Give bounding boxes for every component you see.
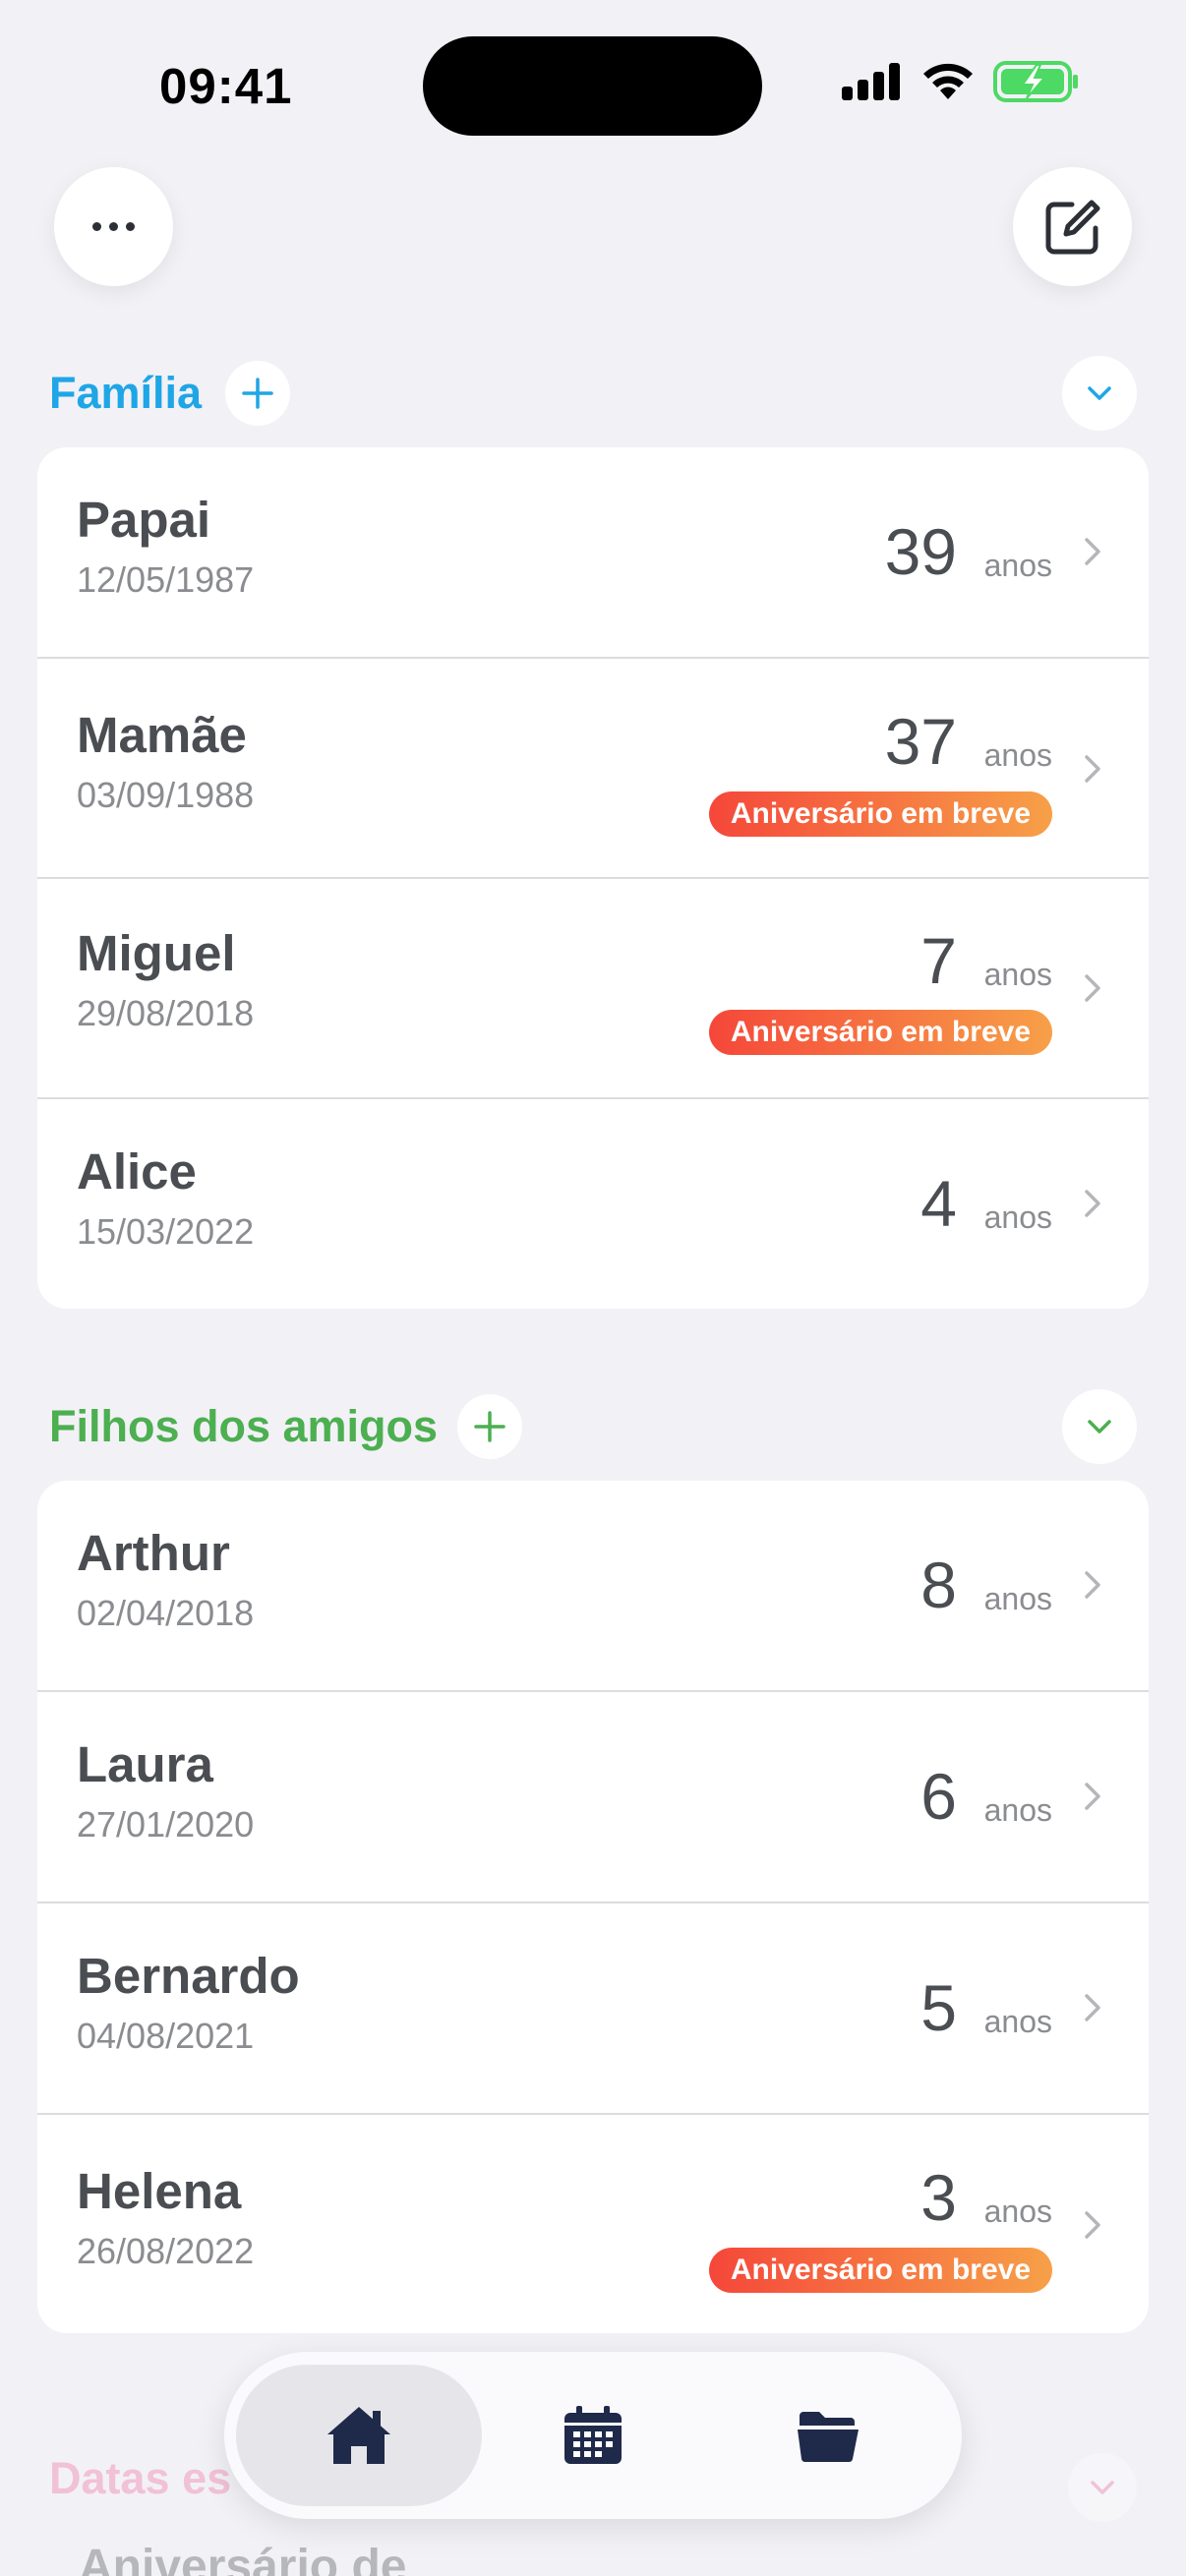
chevron-right-icon (1085, 755, 1100, 783)
person-name: Papai (77, 492, 211, 548)
age-unit: anos (983, 957, 1052, 992)
tab-calendar[interactable] (480, 2365, 706, 2506)
house-icon (327, 2407, 390, 2464)
chevron-right-icon (1085, 974, 1100, 1002)
list-item[interactable]: Mamãe 03/09/1988 37 anos Aniversário em … (37, 657, 1149, 877)
compose-icon (1045, 200, 1099, 254)
tab-home[interactable] (236, 2365, 482, 2506)
birthday-soon-badge: Aniversário em breve (708, 1010, 1052, 1055)
chevron-right-icon (1085, 1571, 1100, 1599)
age-unit: anos (983, 1200, 1052, 1235)
age-unit: anos (983, 548, 1052, 583)
cellular-signal-icon (842, 63, 900, 100)
person-name: Alice (77, 1143, 197, 1200)
birth-date: 12/05/1987 (77, 559, 255, 600)
age-value: 37 (884, 705, 957, 778)
birth-date: 29/08/2018 (77, 993, 255, 1033)
collapse-amigos-button[interactable] (1062, 1389, 1137, 1464)
chevron-down-icon (1088, 1420, 1111, 1434)
tab-folders[interactable] (706, 2365, 950, 2506)
list-item[interactable]: Helena 26/08/2022 3 anos Aniversário em … (37, 2113, 1149, 2333)
status-bar: 09:41 (0, 0, 1186, 147)
chevron-right-icon (1085, 538, 1100, 565)
age-value: 3 (920, 2161, 957, 2234)
list-item[interactable]: Miguel 29/08/2018 7 anos Aniversário em … (37, 877, 1149, 1097)
age-value: 5 (920, 1971, 957, 2044)
dynamic-island (423, 36, 762, 136)
list-item[interactable]: Bernardo 04/08/2021 5 anos (37, 1902, 1149, 2113)
list-item[interactable]: Alice 15/03/2022 4 anos (37, 1097, 1149, 1309)
birth-date: 02/04/2018 (77, 1593, 255, 1633)
list-item[interactable]: Papai 12/05/1987 39 anos (37, 447, 1149, 657)
edit-button[interactable] (1013, 167, 1132, 286)
status-icons (842, 61, 1080, 102)
person-name: Laura (77, 1736, 213, 1792)
birth-date: 04/08/2021 (77, 2016, 255, 2056)
plus-icon (242, 378, 273, 409)
section-title: Família (49, 368, 203, 418)
more-options-button[interactable] (54, 167, 173, 286)
person-name: Miguel (77, 925, 236, 981)
age-unit: anos (983, 737, 1052, 773)
age-value: 39 (884, 515, 957, 588)
ellipsis-icon (92, 222, 135, 231)
battery-charging-icon (993, 61, 1078, 102)
age-value: 4 (920, 1167, 957, 1240)
calendar-icon (564, 2406, 622, 2464)
age-value: 6 (920, 1760, 957, 1833)
birth-date: 27/01/2020 (77, 1804, 255, 1844)
collapse-datas-button[interactable] (1068, 2453, 1137, 2522)
chevron-right-icon (1085, 1190, 1100, 1217)
person-name: Helena (77, 2163, 242, 2219)
amigos-card: Arthur 02/04/2018 8 anos Laura 27/01/202… (37, 1481, 1149, 2333)
plus-icon (474, 1411, 505, 1442)
tab-bar (224, 2352, 962, 2519)
age-unit: anos (983, 2004, 1052, 2039)
status-time: 09:41 (159, 58, 293, 114)
birth-date: 26/08/2022 (77, 2231, 255, 2271)
birth-date: 03/09/1988 (77, 775, 255, 815)
section-title: Filhos dos amigos (49, 1401, 439, 1451)
list-item[interactable]: Arthur 02/04/2018 8 anos (37, 1481, 1149, 1690)
age-unit: anos (983, 1581, 1052, 1616)
birthday-soon-badge: Aniversário em breve (708, 2248, 1052, 2293)
section-title: Datas es (49, 2453, 232, 2503)
list-item[interactable]: Aniversário de (79, 2540, 406, 2576)
person-name: Bernardo (77, 1948, 300, 2004)
collapse-familia-button[interactable] (1062, 356, 1137, 431)
person-name: Mamãe (77, 707, 247, 763)
age-unit: anos (983, 2194, 1052, 2229)
folder-icon (798, 2412, 859, 2463)
chevron-right-icon (1085, 2211, 1100, 2239)
add-amigos-button[interactable] (457, 1394, 522, 1459)
add-familia-button[interactable] (225, 361, 290, 426)
chevron-down-icon (1088, 386, 1111, 400)
age-value: 7 (920, 924, 957, 997)
birth-date: 15/03/2022 (77, 1211, 255, 1252)
familia-card: Papai 12/05/1987 39 anos Mamãe 03/09/198… (37, 447, 1149, 1309)
list-item[interactable]: Laura 27/01/2020 6 anos (37, 1690, 1149, 1902)
age-value: 8 (920, 1549, 957, 1621)
chevron-right-icon (1085, 1783, 1100, 1810)
chevron-right-icon (1085, 1994, 1100, 2021)
chevron-down-icon (1091, 2481, 1114, 2494)
birthday-soon-badge: Aniversário em breve (708, 791, 1052, 837)
age-unit: anos (983, 1792, 1052, 1828)
wifi-icon (923, 63, 973, 99)
section-header-amigos: Filhos dos amigos (0, 1389, 1186, 1464)
person-name: Arthur (77, 1525, 230, 1581)
section-header-familia: Família (0, 356, 1186, 431)
